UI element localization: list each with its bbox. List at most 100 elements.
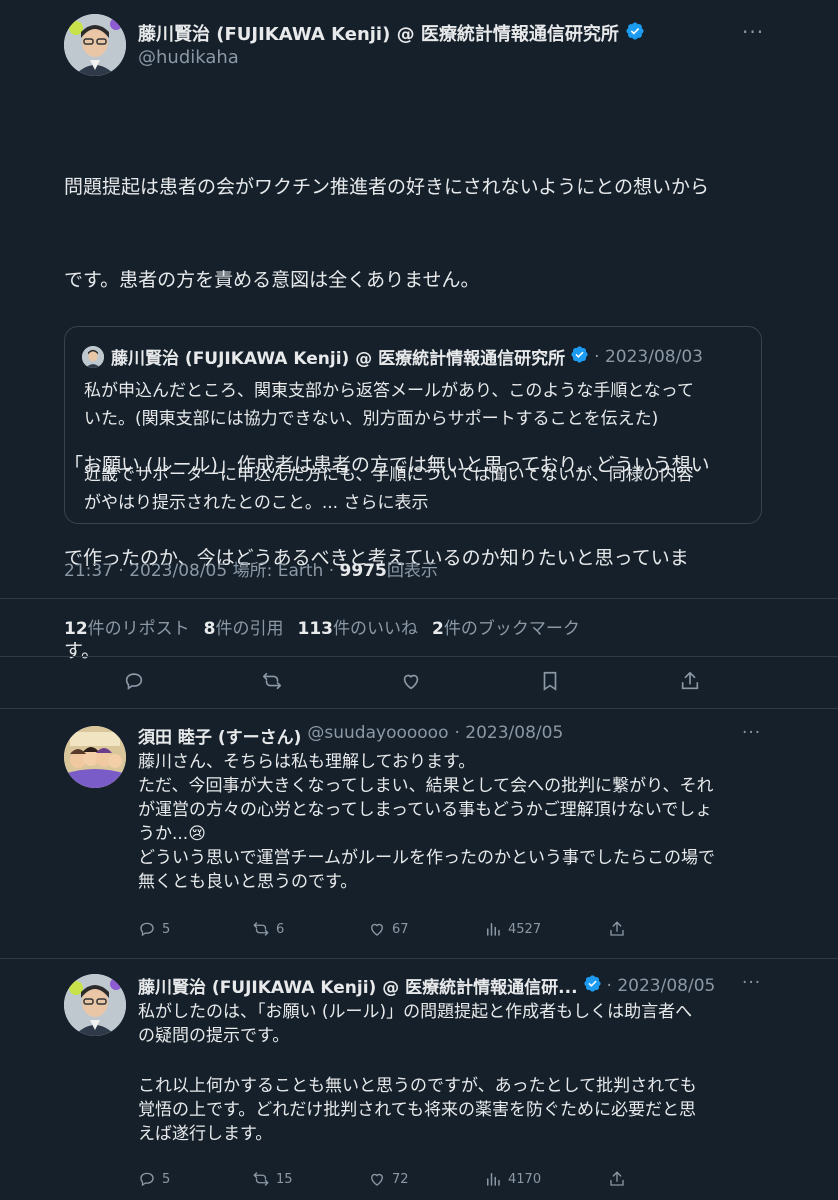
repost-button[interactable]: 15 [252,1170,293,1188]
likes-count: 113 [297,619,334,639]
text-line: です。患者の方を責める意図は全くありません。 [64,269,480,291]
quotes-label: 件の引用 [215,619,284,639]
reply-author-avatar[interactable] [64,974,126,1036]
reply-button[interactable]: 5 [138,920,170,938]
text-line: 問題提起は患者の会がワクチン推進者の好きにされないようにとの想いから [64,176,710,198]
reply-header: 藤川賢治 (FUJIKAWA Kenji) @ 医療統計情報通信研... · 2… [138,973,715,998]
reposts-stat[interactable]: 12件のリポスト [64,614,190,639]
repost-count: 6 [276,921,285,937]
text-line: がやはり提示されたとのこと。... さらに表示 [84,489,694,517]
reply-author-name[interactable]: 藤川賢治 (FUJIKAWA Kenji) @ 医療統計情報通信研... [138,973,578,998]
repost-icon[interactable] [258,667,286,695]
tweet-timestamp[interactable]: 21:37 · 2023/08/05 場所: Earth · [64,561,334,581]
reposts-count: 12 [64,619,88,639]
text-line-part: 近畿でサポーターに申込んだ方にも、手順については聞いてないが、同様の内容 [84,465,694,485]
views-count: 4170 [508,1171,542,1187]
repost-icon [253,1172,269,1186]
text-line: 私が申込んだところ、関東支部から返答メールがあり、このような手順となって [84,381,694,401]
views-count: 4527 [508,921,542,937]
reply-icon[interactable] [120,667,148,695]
reply-text: 藤川さん、そちらは私も理解しております。 ただ、今回事が大きくなってしまい、結果… [138,750,715,894]
show-more-link[interactable]: さらに表示 [343,493,428,513]
views-icon [487,923,500,936]
more-options-icon[interactable]: ··· [742,973,761,993]
text-line: の疑問の提示です。 [138,1026,290,1046]
quoted-author-avatar [82,346,104,368]
quoted-date: · 2023/08/03 [594,346,703,367]
reply-date[interactable]: · 2023/08/05 [454,723,563,748]
engagement-stats: 12件のリポスト 8件の引用 113件のいいね 2件のブックマーク [64,614,580,639]
text-line: 無くとも良いと思うのです。 [138,872,358,892]
reply-author-handle[interactable]: @suudayoooooo [307,723,448,748]
share-icon [610,1171,624,1186]
tweet-metadata: 21:37 · 2023/08/05 場所: Earth · 9975回表示 [64,556,438,581]
likes-label: 件のいいね [333,619,419,639]
quoted-author-name: 藤川賢治 (FUJIKAWA Kenji) @ 医療統計情報通信研究所 [111,349,566,369]
quotes-count: 8 [203,619,216,639]
quotes-stat[interactable]: 8件の引用 [204,614,284,639]
share-icon[interactable] [676,667,704,695]
like-icon [371,923,383,936]
reply-text: 私がしたのは、「お願い (ルール)」の問題提起と作成者もしくは助言者へ の疑問の… [138,1000,697,1146]
repost-icon [253,922,269,936]
like-count: 72 [392,1171,409,1187]
views-count: 9975 [339,561,387,581]
bookmark-icon[interactable] [536,667,564,695]
repost-count: 15 [276,1171,293,1187]
text-line: うか...😢 [138,824,206,844]
reply-author-name[interactable]: 須田 睦子 (すーさん) [138,723,301,748]
repost-button[interactable]: 6 [252,920,284,938]
like-count: 67 [392,921,409,937]
main-author-avatar[interactable] [64,14,126,76]
reply-header: 須田 睦子 (すーさん) @suudayoooooo · 2023/08/05 [138,723,563,748]
more-options-icon[interactable]: ··· [742,20,764,44]
reply-count: 5 [162,1171,171,1187]
text-line: 私がしたのは、「お願い (ルール)」の問題提起と作成者もしくは助言者へ [138,1002,693,1022]
reply-author-avatar[interactable] [64,726,126,788]
likes-stat[interactable]: 113件のいいね [298,614,419,639]
text-line: えば遂行します。 [138,1124,273,1144]
text-line-part: がやはり提示されたとのこと。... [84,493,339,513]
text-line: 近畿でサポーターに申込んだ方にも、手順については聞いてないが、同様の内容 [84,461,694,489]
verified-badge-icon [570,345,589,369]
text-line: が運営の方々の心労となってしまっている事もどうかご理解頂けないでしょ [138,800,713,820]
like-button[interactable]: 67 [368,920,409,938]
main-author-handle[interactable]: @hudikaha [138,47,239,68]
verified-badge-icon [625,21,645,46]
share-icon [610,921,624,936]
reply-button[interactable]: 5 [138,1170,170,1188]
more-options-icon[interactable]: ··· [742,723,761,743]
verified-badge-icon [583,974,602,998]
share-button[interactable] [608,1170,626,1188]
reply-icon [140,922,154,937]
text-line: これ以上何かすることも無いと思うのですが、あったとして批判されても [138,1076,697,1096]
text-line: す。 [64,640,101,662]
divider [0,598,838,599]
bookmarks-count: 2 [432,619,444,639]
quoted-author-line: 藤川賢治 (FUJIKAWA Kenji) @ 医療統計情報通信研究所 · 20… [111,344,703,369]
divider [0,958,838,959]
like-button[interactable]: 72 [368,1170,409,1188]
reply-count: 5 [162,921,171,937]
text-line: いた。(関東支部には協力できない、別方面からサポートすることを伝えた) [84,409,659,429]
like-icon[interactable] [397,667,425,695]
views-button[interactable]: 4527 [484,920,541,938]
divider [0,656,838,657]
reply-icon [140,1172,154,1187]
like-icon [371,1173,383,1186]
quoted-tweet-card[interactable]: 藤川賢治 (FUJIKAWA Kenji) @ 医療統計情報通信研究所 · 20… [64,326,762,524]
reposts-label: 件のリポスト [87,619,190,639]
text-line: どういう思いで運営チームがルールを作ったのかという事でしたらこの場で [138,848,715,868]
reply-date[interactable]: · 2023/08/05 [607,976,716,996]
share-button[interactable] [608,920,626,938]
main-author-line: 藤川賢治 (FUJIKAWA Kenji) @ 医療統計情報通信研究所 [138,20,645,46]
text-line: 藤川さん、そちらは私も理解しております。 [138,752,476,772]
divider [0,708,838,709]
bookmarks-stat[interactable]: 2件のブックマーク [432,614,580,639]
views-icon [487,1173,500,1186]
text-line: 覚悟の上です。どれだけ批判されても将来の薬害を防ぐために必要だと思 [138,1100,696,1120]
views-button[interactable]: 4170 [484,1170,541,1188]
views-label: 回表示 [386,561,438,581]
quoted-tweet-text: 私が申込んだところ、関東支部から返答メールがあり、このような手順となって いた。… [84,377,694,517]
main-author-name[interactable]: 藤川賢治 (FUJIKAWA Kenji) @ 医療統計情報通信研究所 [138,20,619,46]
